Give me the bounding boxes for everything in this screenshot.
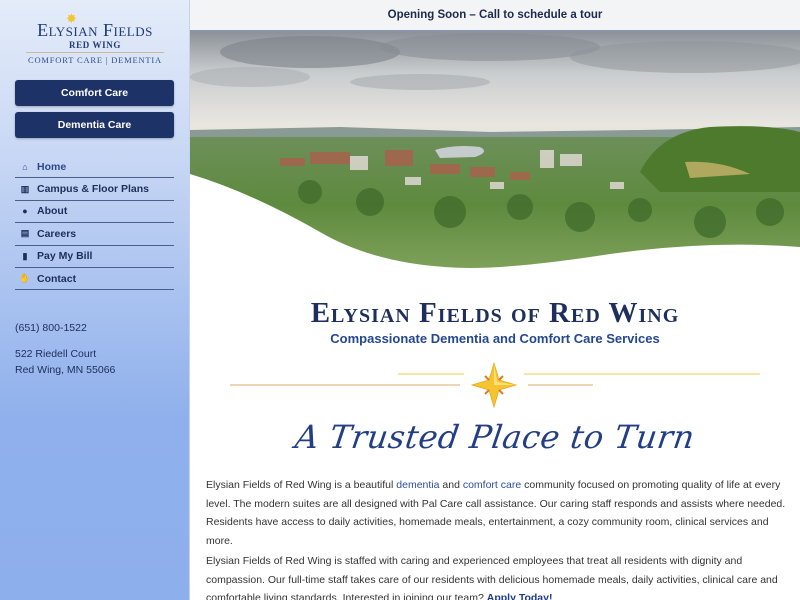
announcement-text: Opening Soon – Call to schedule a tour xyxy=(387,9,603,21)
address-line-1: 522 Riedell Court xyxy=(15,348,97,360)
page-title: Elysian Fields of Red Wing xyxy=(310,297,680,329)
logo-star-icon: ✸ xyxy=(66,11,77,26)
briefcase-icon: ▤ xyxy=(20,228,30,239)
nav-item-label: Campus & Floor Plans xyxy=(37,183,150,196)
apply-today-link[interactable]: Apply Today! xyxy=(487,592,553,600)
nav-item-label: Home xyxy=(37,160,67,173)
compass-star-icon xyxy=(470,361,518,409)
logo-tagline: Comfort Care | Dementia xyxy=(28,55,162,65)
page-subtitle: Compassionate Dementia and Comfort Care … xyxy=(330,331,660,346)
hero-landscape xyxy=(190,32,800,272)
announcement-bar: Opening Soon – Call to schedule a tour xyxy=(190,0,800,32)
nav-item-pay-my-bill[interactable]: ▮ Pay My Bill xyxy=(15,246,174,268)
file-invoice-icon: ▮ xyxy=(22,250,28,261)
home-icon: ⌂ xyxy=(22,161,28,172)
paragraph-text: and xyxy=(439,479,463,491)
nav-item-campus-floor-plans[interactable]: ▥ Campus & Floor Plans xyxy=(15,178,174,201)
logo-name: Elysian Fields xyxy=(37,20,153,40)
nav-item-contact[interactable]: ✋ Contact xyxy=(15,268,174,291)
nav-item-label: Pay My Bill xyxy=(37,250,93,263)
nav-item-label: Careers xyxy=(37,227,77,240)
address-line-2: Red Wing, MN 55066 xyxy=(15,364,116,376)
nav-item-about[interactable]: ● About xyxy=(15,201,174,224)
comfort-care-button[interactable]: Comfort Care xyxy=(15,80,174,106)
sidebar: ✸ Elysian Fields Red Wing Comfort Care |… xyxy=(0,0,190,600)
phone-link[interactable]: (651) 800-1522 xyxy=(15,320,115,336)
compass-divider xyxy=(228,361,760,409)
nav-item-label: About xyxy=(37,205,68,218)
dementia-care-button[interactable]: Dementia Care xyxy=(15,112,174,138)
contact-info: (651) 800-1522 522 Riedell Court Red Win… xyxy=(15,320,115,378)
nav-item-home[interactable]: ⌂ Home xyxy=(15,156,174,179)
logo-location: Red Wing xyxy=(69,40,121,50)
hero-image xyxy=(190,32,800,272)
staff-paragraph: Elysian Fields of Red Wing is staffed wi… xyxy=(206,552,790,600)
intro-paragraph: Elysian Fields of Red Wing is a beautifu… xyxy=(206,476,790,550)
info-circle-icon: ● xyxy=(22,206,28,217)
dementia-link[interactable]: dementia xyxy=(396,479,439,491)
logo[interactable]: ✸ Elysian Fields Red Wing Comfort Care |… xyxy=(20,11,170,66)
paragraph-text: Elysian Fields of Red Wing is a beautifu… xyxy=(206,479,397,491)
nav-item-careers[interactable]: ▤ Careers xyxy=(15,223,174,246)
comfort-care-link[interactable]: comfort care xyxy=(463,479,521,491)
handshake-icon: ✋ xyxy=(19,273,31,284)
script-heading: A Trusted Place to Turn xyxy=(292,418,698,456)
map-icon: ▥ xyxy=(20,183,30,194)
logo-divider xyxy=(26,52,164,53)
main-nav: ⌂ Home ▥ Campus & Floor Plans ● About ▤ … xyxy=(15,156,174,291)
nav-item-label: Contact xyxy=(37,272,77,285)
